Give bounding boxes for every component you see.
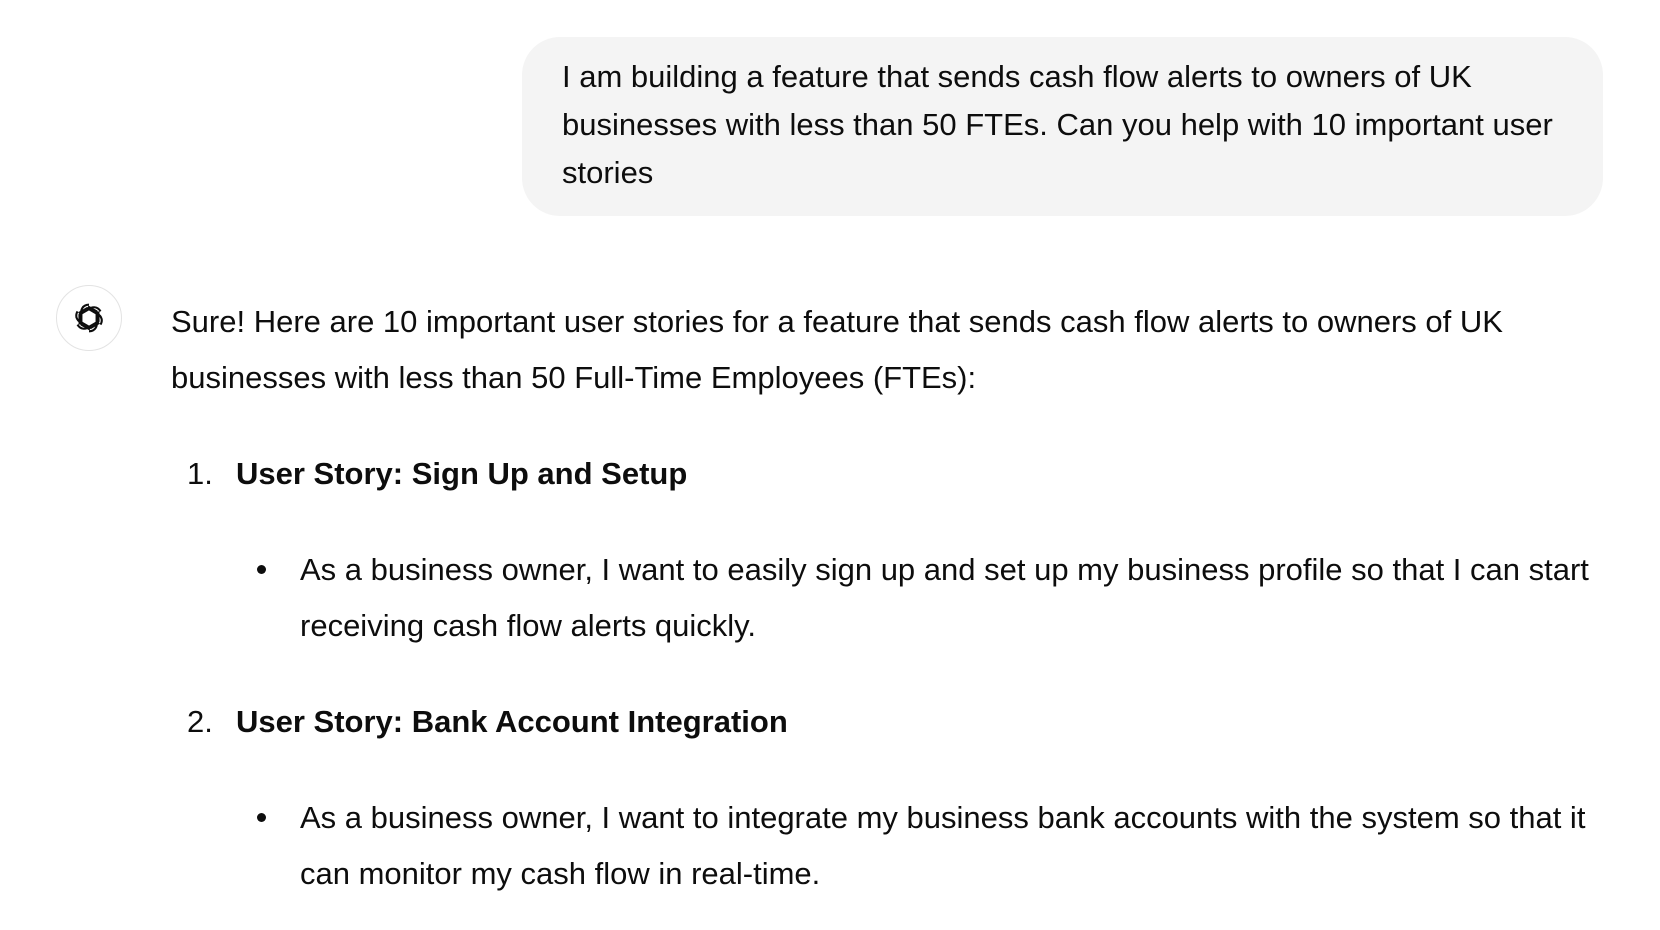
list-item: 1. User Story: Sign Up and Setup As a bu… — [171, 446, 1601, 654]
list-item-number: 2. — [187, 704, 213, 739]
user-message-bubble: I am building a feature that sends cash … — [522, 37, 1603, 216]
user-message-text: I am building a feature that sends cash … — [562, 59, 1553, 190]
list-item-heading: 2. User Story: Bank Account Integration — [171, 694, 1601, 750]
chat-page: I am building a feature that sends cash … — [0, 0, 1660, 930]
bullet-dot-icon — [257, 813, 266, 822]
list-item-bullet: As a business owner, I want to easily si… — [171, 542, 1601, 654]
list-item-title: User Story: Bank Account Integration — [236, 704, 788, 739]
assistant-message: Sure! Here are 10 important user stories… — [171, 294, 1601, 902]
assistant-intro: Sure! Here are 10 important user stories… — [171, 304, 1503, 395]
bullet-text: As a business owner, I want to easily si… — [300, 552, 1589, 643]
list-item-heading: 1. User Story: Sign Up and Setup — [171, 446, 1601, 502]
bullet-dot-icon — [257, 565, 266, 574]
openai-logo-icon — [72, 303, 106, 333]
list-item-bullet: As a business owner, I want to integrate… — [171, 790, 1601, 902]
list-item-number: 1. — [187, 456, 213, 491]
list-item-title: User Story: Sign Up and Setup — [236, 456, 688, 491]
bullet-text: As a business owner, I want to integrate… — [300, 800, 1586, 891]
list-item: 2. User Story: Bank Account Integration … — [171, 694, 1601, 902]
assistant-avatar — [56, 285, 122, 351]
